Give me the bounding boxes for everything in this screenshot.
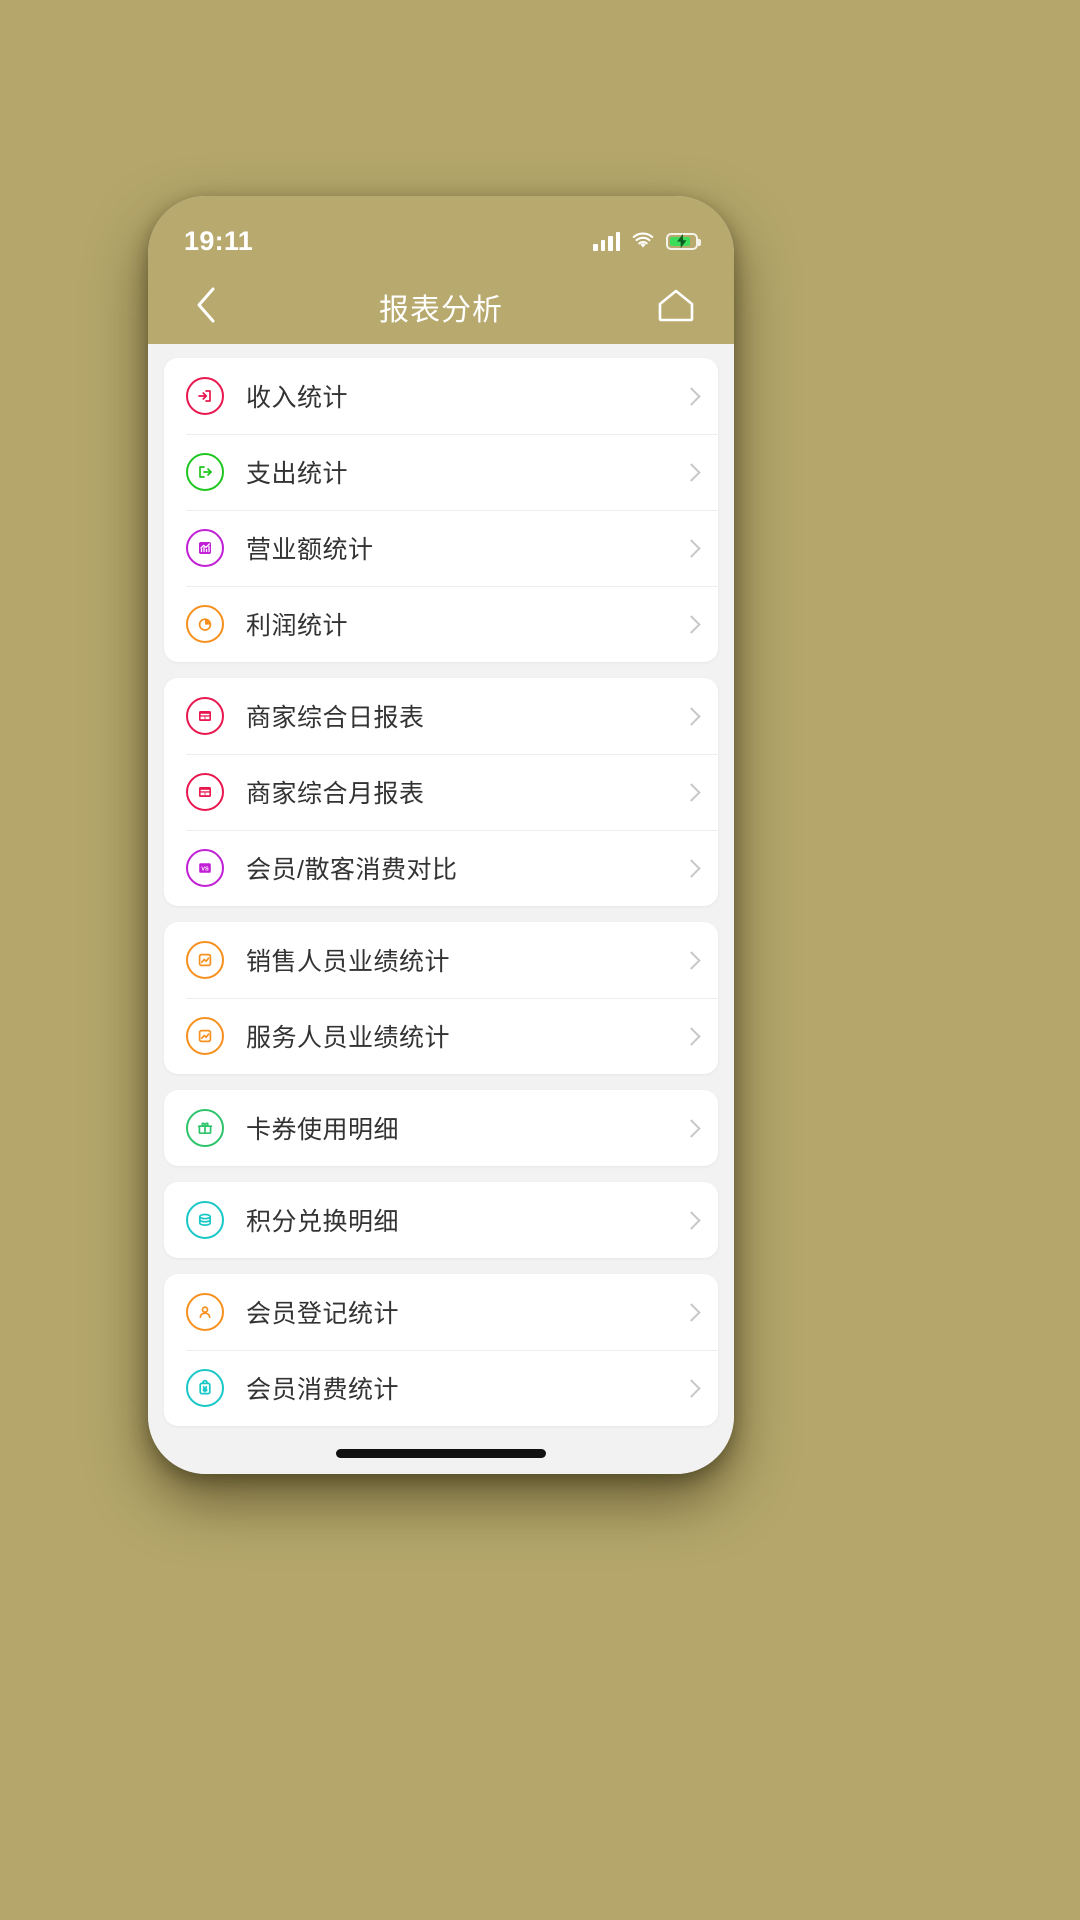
report-list-scroll[interactable]: 收入统计支出统计 营业额统计利润统计 商家综合日报表 商家综合月报表 VS 会员/… xyxy=(148,344,734,1474)
chevron-left-icon xyxy=(195,286,217,329)
phone-frame: 19:11 报表分析 收入统计 支出统计 营业额统计 利润统计 商家综合日报表 … xyxy=(148,196,734,1474)
svg-text:VS: VS xyxy=(201,866,209,872)
list-item-label: 服务人员业绩统计 xyxy=(246,1024,451,1052)
chevron-right-icon xyxy=(682,1118,701,1138)
list-item-label: 收入统计 xyxy=(246,384,349,412)
list-item[interactable]: 收入统计 xyxy=(164,358,718,434)
service-performance-chart-icon xyxy=(186,1017,224,1055)
wifi-icon xyxy=(631,232,655,250)
report-card-staff-performance: 销售人员业绩统计 服务人员业绩统计 xyxy=(164,922,718,1074)
home-icon xyxy=(657,288,695,327)
income-arrow-in-icon xyxy=(186,377,224,415)
daily-report-table-icon xyxy=(186,697,224,735)
report-card-member-statistics: 会员登记统计 会员消费统计 xyxy=(164,1274,718,1426)
turnover-chart-icon xyxy=(186,529,224,567)
list-item[interactable]: 会员登记统计 xyxy=(164,1274,718,1350)
list-item[interactable]: 服务人员业绩统计 xyxy=(164,998,718,1074)
monthly-report-table-icon xyxy=(186,773,224,811)
battery-charging-icon xyxy=(666,232,701,250)
page-title: 报表分析 xyxy=(379,294,503,327)
signal-bars-icon xyxy=(593,231,620,251)
list-item-label: 营业额统计 xyxy=(246,536,374,564)
status-icons xyxy=(593,231,701,251)
list-item[interactable]: 支出统计 xyxy=(164,434,718,510)
list-item[interactable]: 积分兑换明细 xyxy=(164,1182,718,1258)
list-item[interactable]: 会员消费统计 xyxy=(164,1350,718,1426)
chevron-right-icon xyxy=(682,1302,701,1322)
home-indicator-bar xyxy=(336,1449,546,1458)
list-item[interactable]: 商家综合月报表 xyxy=(164,754,718,830)
list-item[interactable]: 销售人员业绩统计 xyxy=(164,922,718,998)
chevron-right-icon xyxy=(682,950,701,970)
list-item[interactable]: VS 会员/散客消费对比 xyxy=(164,830,718,906)
list-item-label: 商家综合日报表 xyxy=(246,704,425,732)
chevron-right-icon xyxy=(682,614,701,634)
report-card-points-exchange: 积分兑换明细 xyxy=(164,1182,718,1258)
list-item-label: 利润统计 xyxy=(246,612,349,640)
status-bar: 19:11 xyxy=(148,196,734,270)
chevron-right-icon xyxy=(682,462,701,482)
report-card-merchant-reports: 商家综合日报表 商家综合月报表 VS 会员/散客消费对比 xyxy=(164,678,718,906)
chevron-right-icon xyxy=(682,386,701,406)
list-item-label: 商家综合月报表 xyxy=(246,780,425,808)
list-item[interactable]: 商家综合日报表 xyxy=(164,678,718,754)
vs-compare-icon: VS xyxy=(186,849,224,887)
chevron-right-icon xyxy=(682,1210,701,1230)
list-item[interactable]: 卡券使用明细 xyxy=(164,1090,718,1166)
list-item-label: 销售人员业绩统计 xyxy=(246,948,451,976)
member-clipboard-yen-icon xyxy=(186,1369,224,1407)
list-item[interactable]: 利润统计 xyxy=(164,586,718,662)
report-card-finance-statistics: 收入统计支出统计 营业额统计利润统计 xyxy=(164,358,718,662)
status-time: 19:11 xyxy=(184,225,254,256)
list-item-label: 卡券使用明细 xyxy=(246,1116,400,1144)
chevron-right-icon xyxy=(682,858,701,878)
points-database-icon xyxy=(186,1201,224,1239)
chevron-right-icon xyxy=(682,782,701,802)
list-item-label: 会员/散客消费对比 xyxy=(246,856,458,884)
list-item-label: 会员消费统计 xyxy=(246,1376,400,1404)
home-button[interactable] xyxy=(648,279,704,335)
profit-pie-icon xyxy=(186,605,224,643)
sales-performance-chart-icon xyxy=(186,941,224,979)
list-item-label: 会员登记统计 xyxy=(246,1300,400,1328)
member-person-icon xyxy=(186,1293,224,1331)
list-item-label: 支出统计 xyxy=(246,460,349,488)
list-item[interactable]: 营业额统计 xyxy=(164,510,718,586)
report-card-coupon-usage: 卡券使用明细 xyxy=(164,1090,718,1166)
back-button[interactable] xyxy=(178,279,234,335)
chevron-right-icon xyxy=(682,706,701,726)
nav-bar: 报表分析 xyxy=(148,270,734,344)
coupon-gift-icon xyxy=(186,1109,224,1147)
expense-arrow-out-icon xyxy=(186,453,224,491)
list-item-label: 积分兑换明细 xyxy=(246,1208,400,1236)
chevron-right-icon xyxy=(682,1026,701,1046)
chevron-right-icon xyxy=(682,538,701,558)
chevron-right-icon xyxy=(682,1378,701,1398)
